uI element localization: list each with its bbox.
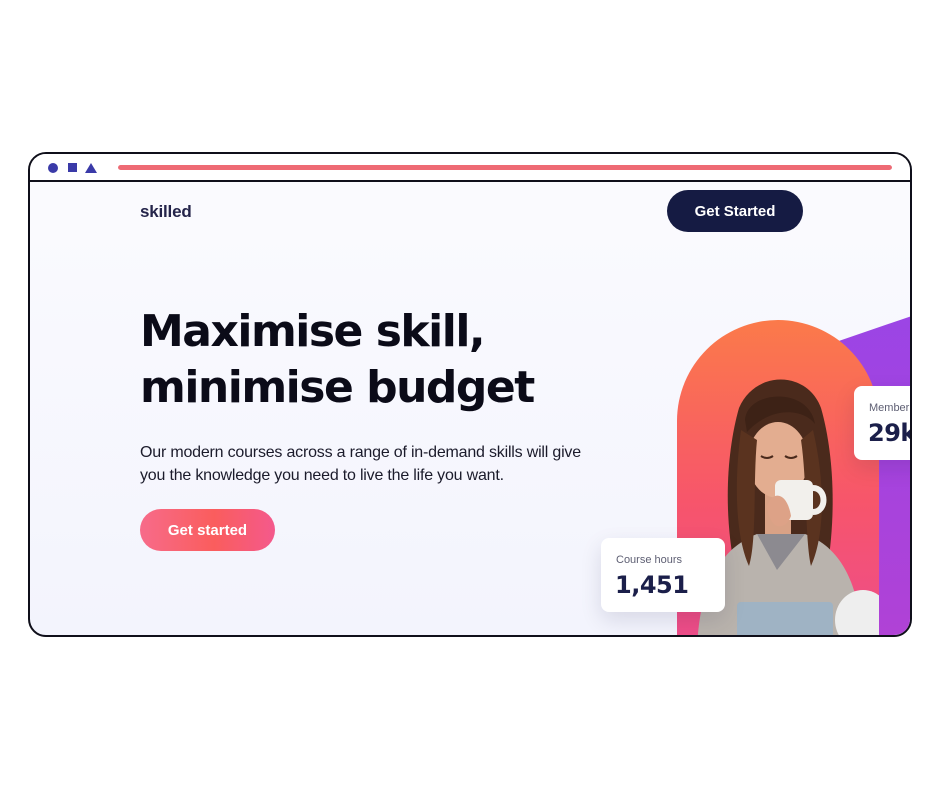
get-started-hero-button[interactable]: Get started [140,509,275,551]
hero-headline: Maximise skill, minimise budget [140,304,580,416]
course-hours-label: Course hours [616,554,683,566]
progress-fill [118,165,892,170]
course-hours-stat-card: Course hours 1,451 [601,538,725,612]
members-value: 29k [868,419,912,447]
logo[interactable]: skilled [140,202,192,222]
square-icon [68,163,77,172]
get-started-header-button[interactable]: Get Started [667,190,803,232]
hero-description: Our modern courses across a range of in-… [140,444,581,484]
members-label: Member [869,402,910,414]
window-topbar [30,154,910,182]
members-stat-card: Member 29k [854,386,912,460]
course-hours-value: 1,451 [615,571,689,599]
triangle-icon [85,163,97,173]
headline-line-1: Maximise skill, [140,306,486,357]
headline-line-2: minimise budget [140,362,535,413]
circle-icon [48,163,58,173]
browser-frame: skilled Get Started Maximise skill, mini… [28,152,912,637]
loading-progress-bar [118,165,892,170]
